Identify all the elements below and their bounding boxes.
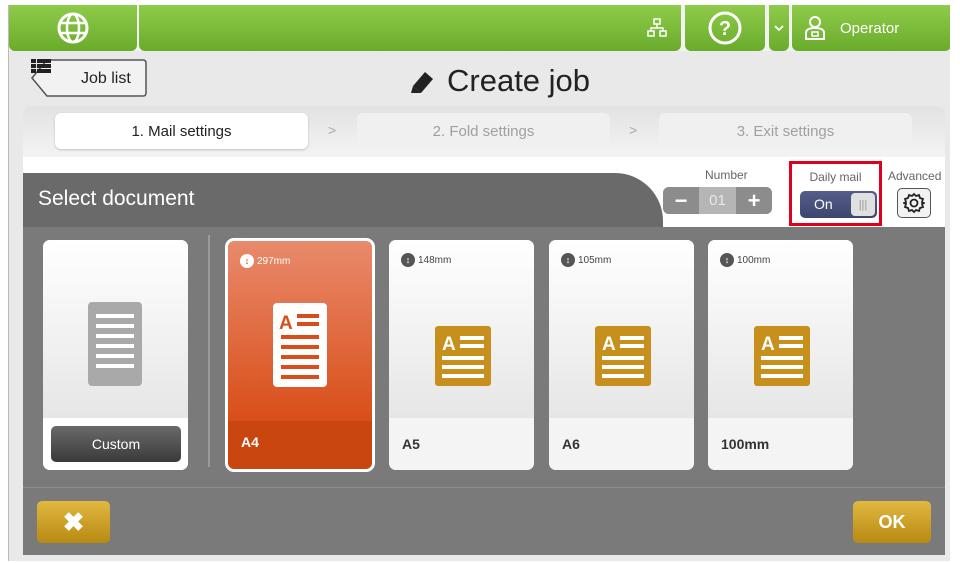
- card-body: ↕ 100mm A: [708, 240, 853, 418]
- svg-text:A: A: [602, 334, 616, 355]
- select-document-label: Select document: [38, 187, 195, 210]
- document-name: A6: [562, 436, 580, 452]
- document-size-value: 100mm: [737, 254, 771, 266]
- document-name: A4: [241, 434, 259, 450]
- number-stepper: − 01 +: [663, 187, 772, 214]
- pencil-icon: [411, 72, 433, 93]
- card-body: ↕ 148mm A: [389, 240, 534, 418]
- toggle-knob: |||: [851, 193, 875, 216]
- height-arrows-icon: ↕: [720, 253, 734, 267]
- step-exit-settings[interactable]: 3. Exit settings: [659, 113, 912, 149]
- wizard-steps: 1. Mail settings > 2. Fold settings > 3.…: [23, 106, 945, 158]
- daily-mail-highlight: Daily mail On |||: [789, 161, 882, 226]
- card-body: ↕ 105mm A: [549, 240, 694, 418]
- step-fold-settings[interactable]: 2. Fold settings: [357, 113, 610, 149]
- cancel-button[interactable]: ✖: [37, 501, 110, 543]
- daily-mail-label: Daily mail: [809, 170, 862, 184]
- status-bar: [139, 5, 681, 51]
- globe-icon: [57, 12, 89, 44]
- document-card-a6[interactable]: ↕ 105mm A A6: [549, 240, 694, 470]
- daily-mail-state: On: [814, 196, 833, 212]
- operator-label: Operator: [840, 19, 900, 37]
- height-arrows-icon: ↕: [401, 253, 415, 267]
- document-size-value: 148mm: [418, 254, 452, 266]
- document-card-100mm[interactable]: ↕ 100mm A 100mm: [708, 240, 853, 470]
- decrement-button[interactable]: −: [663, 187, 699, 214]
- job-list-back-button[interactable]: Job list: [31, 59, 147, 97]
- document-list: Custom ↕ 297mm A A4 ↕ 148mm A A5 ↕ 105mm…: [23, 227, 945, 485]
- advanced-label: Advanced: [888, 169, 942, 183]
- gear-icon: [903, 192, 925, 214]
- card-body: ↕ 297mm A: [228, 241, 372, 421]
- svg-text:A: A: [761, 334, 775, 355]
- document-card-a4[interactable]: ↕ 297mm A A4: [225, 238, 375, 472]
- divider: [208, 235, 210, 467]
- page-title-text: Create job: [447, 63, 591, 98]
- job-list-label: Job list: [81, 70, 131, 87]
- step-chevron-icon: >: [629, 122, 638, 138]
- document-icon: A: [754, 326, 810, 386]
- document-name: 100mm: [721, 436, 770, 452]
- svg-text:A: A: [442, 334, 456, 355]
- ok-button[interactable]: OK: [853, 501, 931, 543]
- height-arrows-icon: ↕: [561, 253, 575, 267]
- help-icon: ?: [708, 11, 742, 45]
- document-card-a5[interactable]: ↕ 148mm A A5: [389, 240, 534, 470]
- help-dropdown-button[interactable]: [769, 5, 789, 51]
- help-button[interactable]: ?: [685, 5, 765, 51]
- page-title: Create job: [409, 61, 590, 101]
- document-size: ↕ 105mm: [561, 253, 611, 267]
- document-name: A5: [402, 436, 420, 452]
- step-chevron-icon: >: [328, 122, 337, 138]
- bottom-action-bar: ✖ OK: [23, 487, 945, 555]
- svg-text:?: ?: [719, 18, 731, 40]
- network-icon[interactable]: [647, 18, 667, 38]
- top-bar: ? Operator: [9, 5, 950, 51]
- document-size: ↕ 297mm: [240, 254, 290, 268]
- title-row: Job list Create job: [9, 51, 950, 107]
- daily-mail-toggle[interactable]: On |||: [800, 191, 877, 218]
- document-size-value: 105mm: [578, 254, 612, 266]
- chevron-down-icon: [774, 25, 784, 32]
- home-button[interactable]: [9, 5, 137, 51]
- number-label: Number: [705, 168, 748, 182]
- number-value: 01: [699, 187, 736, 214]
- document-size-value: 297mm: [257, 255, 291, 267]
- document-icon: A: [595, 326, 651, 386]
- document-icon: [88, 302, 142, 386]
- card-body: [43, 240, 188, 418]
- document-icon: A: [435, 326, 491, 386]
- document-size: ↕ 100mm: [720, 253, 770, 267]
- operator-button[interactable]: Operator: [792, 5, 950, 51]
- height-arrows-icon: ↕: [240, 254, 254, 268]
- mail-settings-panel: Select document Number − 01 + Daily mail…: [23, 157, 945, 555]
- document-size: ↕ 148mm: [401, 253, 451, 267]
- grid-icon: [31, 59, 51, 73]
- document-card-custom[interactable]: Custom: [43, 240, 188, 470]
- app-frame: ? Operator Job list Create job 1. Mail s…: [0, 0, 960, 563]
- document-icon: A: [273, 303, 327, 387]
- increment-button[interactable]: +: [736, 187, 772, 214]
- device-screen: ? Operator Job list Create job 1. Mail s…: [8, 5, 950, 561]
- advanced-settings-button[interactable]: [897, 188, 931, 218]
- svg-text:A: A: [279, 313, 293, 334]
- step-mail-settings[interactable]: 1. Mail settings: [55, 113, 308, 149]
- user-icon: [805, 16, 825, 40]
- custom-document-button[interactable]: Custom: [51, 426, 181, 462]
